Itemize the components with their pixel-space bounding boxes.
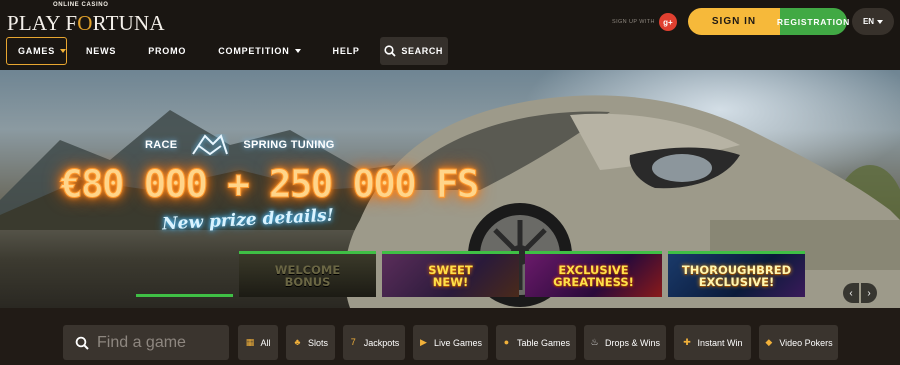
drops-icon: ♨ [590, 337, 599, 347]
nav-competition-label: COMPETITION [218, 46, 290, 56]
race-title: SPRING TUNING [243, 139, 335, 151]
category-drops-wins-label: Drops & Wins [604, 337, 660, 348]
category-jackpots[interactable]: 7 Jackpots [343, 325, 405, 360]
thumb-exclusive-greatness[interactable]: EXCLUSIVE GREATNESS! [525, 251, 662, 297]
site-header: ONLINE CASINO PLAY FORTUNA SIGN UP WITH … [0, 0, 900, 70]
main-nav: GAMES NEWS PROMO COMPETITION HELP SEARCH [6, 37, 448, 65]
spade-icon: ◆ [765, 337, 773, 347]
grid-icon: ▦ [245, 337, 255, 347]
category-slots[interactable]: ♣ Slots [286, 325, 335, 360]
search-button[interactable]: SEARCH [379, 37, 448, 65]
cherries-icon: ♣ [294, 337, 301, 347]
search-icon [75, 336, 89, 350]
search-label: SEARCH [401, 46, 444, 56]
category-table-games[interactable]: ● Table Games [496, 325, 576, 360]
language-label: EN [862, 17, 875, 26]
category-bar: Find a game ▦ All ♣ Slots 7 Jackpots ▶ L… [0, 308, 900, 365]
chevron-down-icon [877, 19, 884, 24]
thumb-thoroughbred-exclusive[interactable]: THOROUGHBRED EXCLUSIVE! [668, 251, 805, 297]
category-all-label: All [260, 337, 271, 348]
race-label: RACE [145, 139, 178, 151]
nav-help[interactable]: HELP [321, 37, 372, 65]
category-instant-win-label: Instant Win [697, 337, 743, 348]
category-video-pokers[interactable]: ◆ Video Pokers [759, 325, 838, 360]
chip-icon: ● [503, 337, 510, 347]
search-icon [384, 45, 397, 57]
registration-button[interactable]: REGISTRATION [777, 8, 849, 35]
social-signup-label: SIGN UP WITH [612, 19, 655, 25]
seven-icon: 7 [350, 337, 356, 347]
play-icon: ▶ [420, 337, 427, 347]
nav-competition[interactable]: COMPETITION [206, 37, 312, 65]
category-slots-label: Slots [307, 337, 328, 348]
logo-wordmark: PLAY FORTUNA [7, 11, 165, 35]
thumb-welcome-bonus[interactable]: WELCOME BONUS [239, 251, 376, 297]
language-selector[interactable]: EN [852, 8, 894, 35]
category-jackpots-label: Jackpots [363, 337, 400, 348]
category-live-games-label: Live Games [433, 337, 483, 348]
banner-thumbnails: WELCOME BONUS SWEET NEW! EXCLUSIVE GREATNES… [239, 251, 805, 297]
race-header: RACE SPRING TUNING [145, 134, 335, 156]
game-search-input[interactable]: Find a game [63, 325, 229, 360]
banner-arrows: ‹ › [843, 283, 877, 303]
slide-progress-bar [136, 294, 233, 297]
prize-amount: €80 000 + 250 000 FS [60, 162, 481, 207]
category-drops-wins[interactable]: ♨ Drops & Wins [584, 325, 666, 360]
game-search-placeholder: Find a game [97, 333, 186, 351]
sign-in-button[interactable]: SIGN IN [688, 8, 780, 35]
nav-games-label: GAMES [18, 46, 56, 56]
google-plus-icon[interactable]: g+ [658, 13, 677, 31]
prev-slide-button[interactable]: ‹ [843, 283, 859, 303]
gamepad-icon: ✚ [683, 337, 691, 347]
next-slide-button[interactable]: › [861, 283, 877, 303]
category-instant-win[interactable]: ✚ Instant Win [674, 325, 751, 360]
category-live-games[interactable]: ▶ Live Games [413, 325, 488, 360]
nav-news[interactable]: NEWS [74, 37, 128, 65]
nav-promo[interactable]: PROMO [136, 37, 198, 65]
category-video-pokers-label: Video Pokers [779, 337, 833, 348]
category-all[interactable]: ▦ All [238, 325, 278, 360]
category-table-games-label: Table Games [516, 337, 571, 348]
thumb-sweet-new[interactable]: SWEET NEW! [382, 251, 519, 297]
nav-games[interactable]: GAMES [6, 37, 67, 65]
social-signup: SIGN UP WITH g+ [612, 13, 677, 31]
crossed-flags-icon [192, 134, 229, 156]
chevron-down-icon [294, 49, 301, 53]
chevron-down-icon [60, 49, 67, 53]
logo-tagline: ONLINE CASINO [53, 2, 109, 8]
